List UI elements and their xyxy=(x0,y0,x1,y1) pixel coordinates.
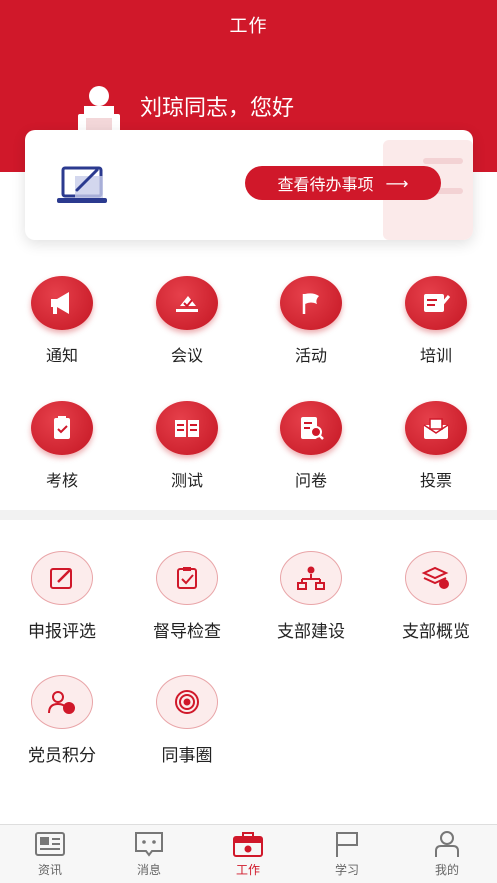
grid-item-branch-building[interactable]: 支部建设 xyxy=(256,551,366,642)
colleague-circle-icon xyxy=(156,675,218,729)
tab-work[interactable]: 工作 xyxy=(208,829,288,878)
grid-label: 培训 xyxy=(419,346,452,365)
grid-item-vote[interactable]: 投票 xyxy=(381,401,491,491)
grid-item-test[interactable]: 测试 xyxy=(132,401,242,491)
layers-icon xyxy=(405,551,467,605)
page-title: 工作 xyxy=(229,16,268,37)
training-icon xyxy=(405,276,467,330)
tab-label: 工作 xyxy=(235,863,260,877)
org-structure-icon xyxy=(280,551,342,605)
meeting-check-icon xyxy=(156,276,218,330)
megaphone-icon xyxy=(31,276,93,330)
grid-item-notice[interactable]: 通知 xyxy=(7,276,117,366)
clipboard-check-icon xyxy=(31,401,93,455)
grid-label: 活动 xyxy=(294,346,327,365)
grid-item-colleague-circle[interactable]: 同事圈 xyxy=(132,675,242,766)
tab-label: 资讯 xyxy=(37,863,62,877)
grid-label: 问卷 xyxy=(294,471,327,490)
todo-card: 查看待办事项 ⟶ xyxy=(25,130,473,240)
grid-item-questionnaire[interactable]: 问卷 xyxy=(256,401,366,491)
open-book-icon xyxy=(156,401,218,455)
vote-box-icon xyxy=(405,401,467,455)
grid-item-branch-overview[interactable]: 支部概览 xyxy=(381,551,491,642)
grid-label: 支部建设 xyxy=(277,622,345,642)
member-points-icon xyxy=(31,675,93,729)
arrow-right-icon: ⟶ xyxy=(385,173,409,193)
view-todo-label: 查看待办事项 xyxy=(277,175,374,194)
grid-label: 会议 xyxy=(170,346,203,365)
tab-messages[interactable]: 消息 xyxy=(109,829,189,878)
grid-item-supervision[interactable]: 督导检查 xyxy=(132,551,242,642)
grid-label: 督导检查 xyxy=(153,622,221,642)
grid-item-activity[interactable]: 活动 xyxy=(256,276,366,366)
grid-label: 党员积分 xyxy=(28,746,96,766)
grid-label: 支部概览 xyxy=(402,622,470,642)
news-icon xyxy=(35,832,65,856)
grid-item-member-points[interactable]: 党员积分 xyxy=(7,675,117,766)
grid-label: 考核 xyxy=(45,471,78,490)
grid-label: 申报评选 xyxy=(28,622,96,642)
tab-profile[interactable]: 我的 xyxy=(407,829,487,878)
profile-icon xyxy=(435,831,459,857)
bottom-tab-bar: 资讯 消息 工作 学习 我的 xyxy=(0,824,497,883)
grid-item-meeting[interactable]: 会议 xyxy=(132,276,242,366)
questionnaire-icon xyxy=(280,401,342,455)
message-icon xyxy=(135,832,163,857)
grid-item-assessment[interactable]: 考核 xyxy=(7,401,117,491)
grid-label: 投票 xyxy=(419,471,452,490)
tab-study[interactable]: 学习 xyxy=(307,829,387,878)
view-todo-button[interactable]: 查看待办事项 ⟶ xyxy=(245,166,441,200)
tab-label: 消息 xyxy=(136,863,161,877)
edit-icon xyxy=(31,551,93,605)
study-flag-icon xyxy=(336,832,358,857)
grid-label: 同事圈 xyxy=(161,746,213,766)
greeting-text: 刘琼同志，您好 xyxy=(140,96,295,121)
flag-icon xyxy=(280,276,342,330)
laptop-edit-icon xyxy=(57,166,107,203)
inspect-check-icon xyxy=(156,551,218,605)
section-divider xyxy=(0,510,497,520)
briefcase-icon xyxy=(233,832,263,857)
tab-label: 学习 xyxy=(334,863,359,877)
grid-item-application[interactable]: 申报评选 xyxy=(7,551,117,642)
user-avatar-icon xyxy=(78,86,120,132)
tab-news[interactable]: 资讯 xyxy=(10,829,90,878)
grid-label: 测试 xyxy=(170,471,203,490)
grid-item-training[interactable]: 培训 xyxy=(381,276,491,366)
tab-label: 我的 xyxy=(434,863,459,877)
grid-label: 通知 xyxy=(45,346,78,365)
